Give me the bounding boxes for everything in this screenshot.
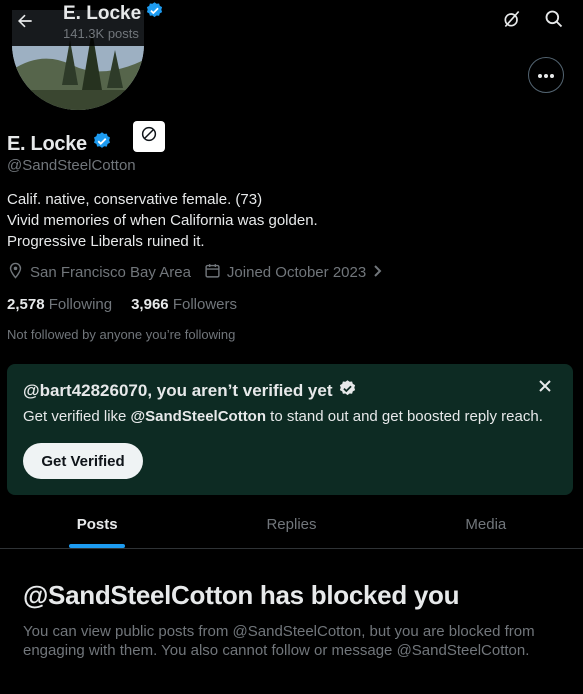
calendar-icon	[204, 262, 221, 283]
more-options-button[interactable]	[528, 57, 564, 93]
grok-button[interactable]	[497, 6, 527, 36]
verify-title: @bart42826070, you aren’t verified yet	[23, 379, 357, 403]
bio-line: Progressive Liberals ruined it.	[7, 233, 205, 250]
get-verified-button[interactable]: Get Verified	[23, 443, 143, 479]
tab-posts[interactable]: Posts	[0, 500, 194, 548]
verify-body: Get verified like @SandSteelCotton to st…	[23, 408, 543, 425]
followers-count: 3,966	[131, 296, 169, 313]
tab-label: Replies	[266, 515, 317, 533]
join-date-text: Joined October 2023	[226, 264, 367, 281]
chevron-right-icon	[372, 264, 384, 282]
follow-stats: 2,578 Following 3,966 Followers	[7, 296, 237, 313]
profile-display-name: E. Locke	[7, 131, 112, 157]
blocked-badge[interactable]	[133, 121, 165, 152]
blocked-icon	[140, 125, 158, 148]
grok-icon	[502, 9, 522, 34]
search-icon	[544, 9, 564, 34]
verify-title-text: @bart42826070, you aren’t verified yet	[23, 381, 333, 400]
verify-body-handle: @SandSteelCotton	[130, 408, 267, 425]
more-icon	[537, 66, 555, 84]
display-name-text: E. Locke	[7, 132, 87, 155]
verified-badge-icon	[338, 379, 357, 403]
followers-link[interactable]: 3,966 Followers	[131, 296, 237, 313]
verify-body-suffix: to stand out and get boosted reply reach…	[266, 408, 543, 425]
tab-media[interactable]: Media	[389, 500, 583, 548]
verified-badge-icon	[145, 1, 164, 26]
header-title: E. Locke	[63, 1, 164, 26]
following-label: Following	[48, 296, 113, 313]
followers-label: Followers	[172, 296, 237, 313]
close-button[interactable]	[535, 378, 555, 398]
not-followed-notice: Not followed by anyone you’re following	[7, 327, 236, 342]
location: San Francisco Bay Area	[7, 262, 191, 283]
tab-label: Posts	[76, 515, 118, 533]
back-arrow-icon	[15, 11, 35, 36]
bio-line: Vivid memories of when California was go…	[7, 212, 318, 229]
back-button[interactable]	[8, 6, 42, 40]
blocked-title: @SandSteelCotton has blocked you	[23, 580, 460, 610]
profile-tabs: Posts Replies Media	[0, 500, 583, 549]
verify-body-prefix: Get verified like	[23, 408, 131, 425]
profile-handle: @SandSteelCotton	[7, 157, 136, 174]
close-icon	[539, 379, 551, 397]
profile-meta: San Francisco Bay Area Joined October 20…	[7, 262, 397, 283]
following-count: 2,578	[7, 296, 45, 313]
bio-line: Calif. native, conservative female. (73)	[7, 191, 263, 208]
following-link[interactable]: 2,578 Following	[7, 296, 112, 313]
location-text: San Francisco Bay Area	[30, 264, 191, 281]
top-header: E. Locke 141.3K posts	[0, 0, 583, 46]
search-button[interactable]	[539, 6, 569, 36]
profile-bio: Calif. native, conservative female. (73)…	[7, 189, 318, 252]
tab-label: Media	[465, 515, 507, 533]
location-icon	[7, 262, 24, 283]
blocked-description: You can view public posts from @SandStee…	[23, 623, 535, 659]
header-name: E. Locke	[63, 2, 142, 24]
tab-replies[interactable]: Replies	[194, 500, 388, 548]
verified-badge-icon	[92, 131, 112, 157]
active-tab-indicator	[69, 544, 126, 548]
join-date[interactable]: Joined October 2023	[204, 262, 384, 283]
verify-promo-card: @bart42826070, you aren’t verified yet G…	[7, 364, 573, 495]
header-post-count: 141.3K posts	[63, 26, 139, 41]
